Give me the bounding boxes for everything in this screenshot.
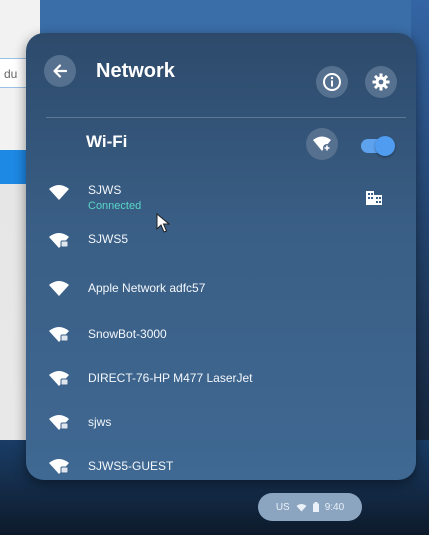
add-network-icon bbox=[313, 136, 331, 152]
network-name: sjws bbox=[88, 415, 112, 429]
gear-icon bbox=[372, 73, 390, 91]
network-item-sjws[interactable]: SJWS Connected bbox=[26, 173, 416, 213]
settings-button[interactable] bbox=[365, 66, 397, 98]
info-button[interactable] bbox=[316, 66, 348, 98]
network-name: SJWS5 bbox=[88, 232, 129, 246]
network-name: SJWS5-GUEST bbox=[88, 459, 174, 473]
page-title: Network bbox=[96, 60, 175, 82]
wifi-label: Wi-Fi bbox=[86, 132, 128, 151]
toggle-knob[interactable] bbox=[375, 136, 395, 156]
network-item-sjws5-guest[interactable]: SJWS5-GUEST bbox=[26, 447, 416, 480]
wifi-locked-icon bbox=[49, 415, 69, 430]
panel-header: Network bbox=[26, 33, 416, 117]
add-network-button[interactable] bbox=[306, 128, 338, 160]
info-icon bbox=[323, 73, 341, 91]
network-item-sjws-lower[interactable]: sjws bbox=[26, 403, 416, 443]
wifi-locked-icon bbox=[49, 233, 69, 248]
system-tray[interactable]: US 9:40 bbox=[258, 493, 362, 521]
network-name: SnowBot-3000 bbox=[88, 327, 167, 341]
locale-indicator: US bbox=[275, 501, 290, 513]
back-arrow-icon bbox=[53, 64, 68, 78]
building-icon bbox=[366, 191, 382, 205]
network-panel: Network Wi-Fi SJWS Connected SJWS5 Apple… bbox=[26, 33, 416, 480]
network-item-apple[interactable]: Apple Network adfc57 bbox=[26, 269, 416, 309]
wifi-row: Wi-Fi bbox=[26, 128, 416, 164]
wifi-icon bbox=[296, 503, 307, 511]
network-status: Connected bbox=[88, 200, 142, 212]
back-button[interactable] bbox=[44, 55, 76, 87]
clock: 9:40 bbox=[324, 501, 345, 513]
wifi-locked-icon bbox=[49, 327, 69, 342]
wifi-locked-icon bbox=[49, 459, 69, 474]
wifi-icon bbox=[49, 281, 69, 296]
network-item-snowbot[interactable]: SnowBot-3000 bbox=[26, 315, 416, 355]
network-name: DIRECT-76-HP M477 LaserJet bbox=[88, 371, 253, 385]
wifi-icon bbox=[49, 185, 69, 200]
header-divider bbox=[46, 117, 406, 118]
cursor-icon bbox=[156, 213, 170, 233]
network-name: SJWS bbox=[88, 183, 122, 197]
network-name: Apple Network adfc57 bbox=[88, 281, 206, 295]
network-item-sjws5[interactable]: SJWS5 bbox=[26, 221, 416, 261]
wifi-locked-icon bbox=[49, 371, 69, 386]
battery-icon bbox=[312, 502, 319, 512]
wifi-toggle[interactable] bbox=[361, 136, 395, 156]
network-item-direct-hp[interactable]: DIRECT-76-HP M477 LaserJet bbox=[26, 359, 416, 399]
